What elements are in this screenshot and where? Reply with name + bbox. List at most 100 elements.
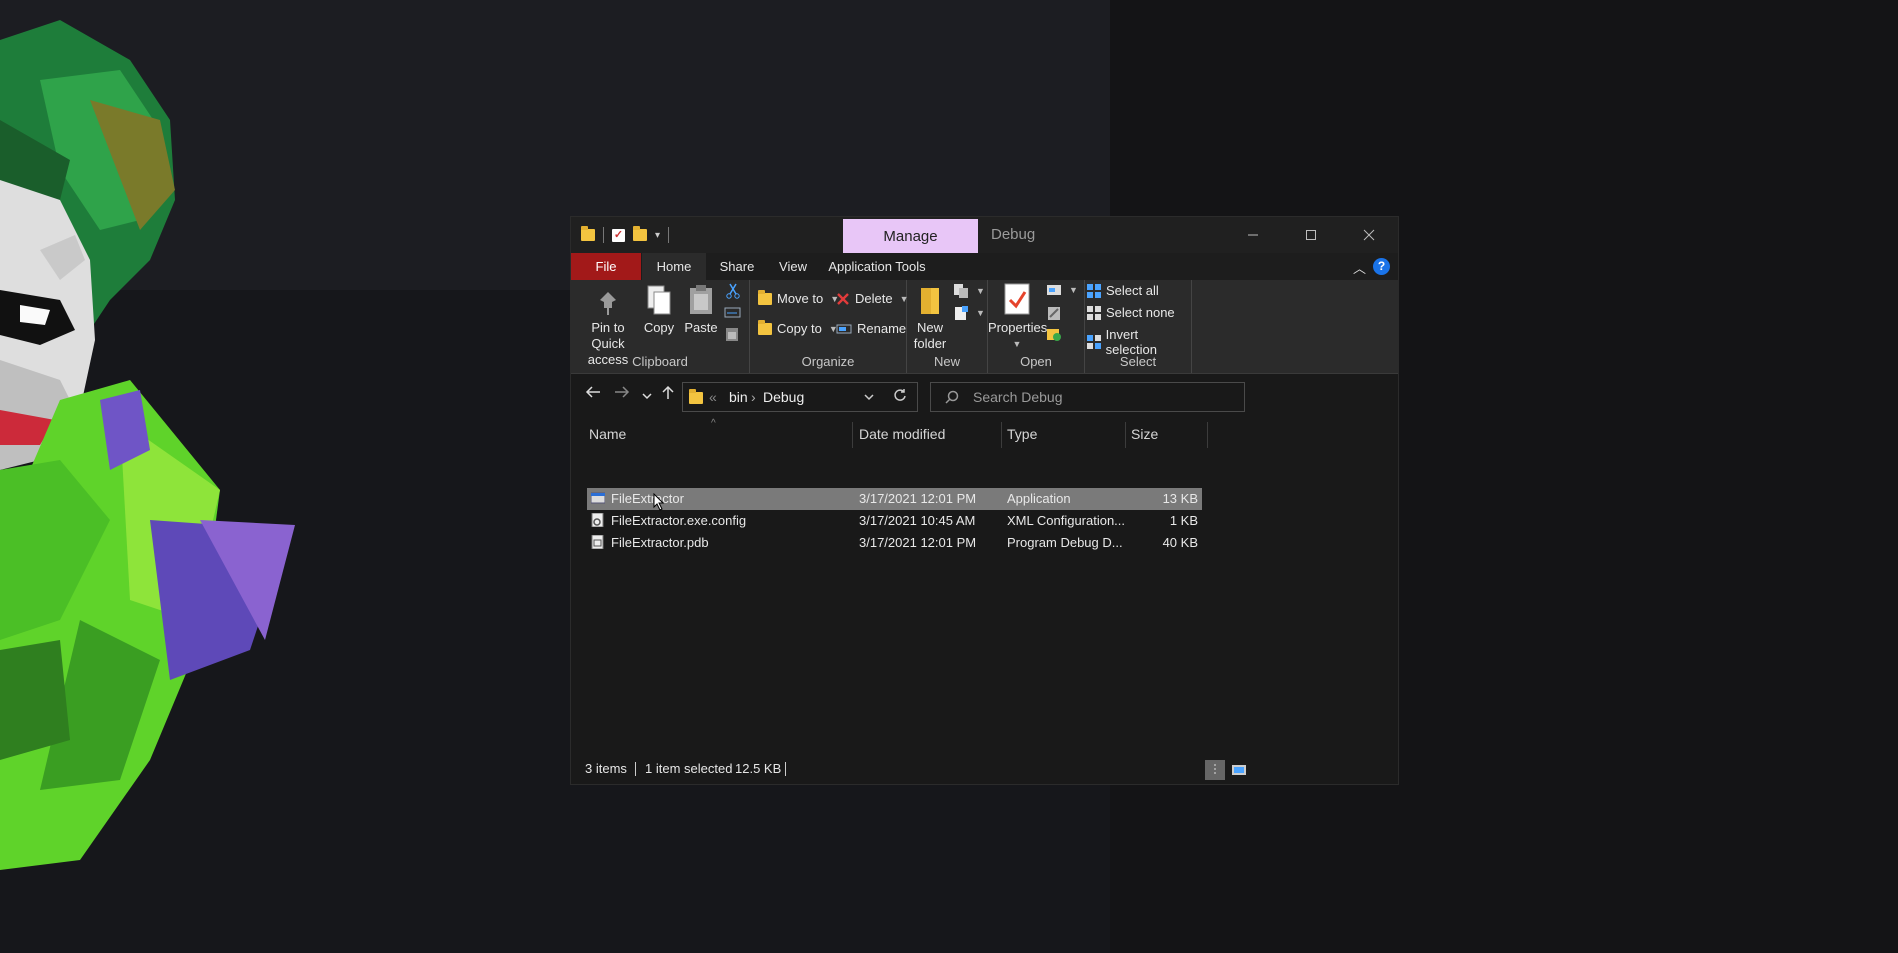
status-separator [785,762,786,776]
file-date: 3/17/2021 12:01 PM [859,491,977,506]
new-group-label: New [933,354,960,369]
properties-button[interactable]: Properties ▼ [988,282,1047,352]
customize-qat-icon[interactable]: ▾ [655,230,660,241]
collapse-ribbon-icon[interactable]: ︿ [1353,258,1366,277]
breadcrumb-separator-icon: › [751,389,756,405]
close-icon [1363,229,1375,241]
breadcrumb-debug[interactable]: Debug [763,389,804,405]
refresh-button[interactable] [893,388,907,405]
new-item-button[interactable]: ▼ [953,283,985,299]
tab-manage[interactable]: Manage [843,219,978,253]
edit-button[interactable] [1046,305,1062,321]
search-placeholder: Search Debug [973,389,1063,405]
separator [603,227,604,243]
new-folder-button[interactable]: New folder [909,282,951,352]
minimize-icon [1248,234,1258,236]
new-folder-icon [914,282,946,316]
status-selected: 1 item selected [645,761,733,776]
details-view-button[interactable] [1205,760,1225,780]
copy-path-button[interactable] [724,306,741,319]
column-divider[interactable] [1001,422,1002,448]
rename-button[interactable]: Rename [836,321,906,336]
history-button[interactable] [1046,326,1062,342]
tab-home[interactable]: Home [642,253,706,280]
column-type[interactable]: Type [1007,426,1037,442]
close-button[interactable] [1340,217,1398,253]
move-to-button[interactable]: Move to ▼ [758,289,839,306]
group-organize: Move to ▼ Copy to ▼ Delete ▼ Rename Orga… [750,280,909,373]
large-icons-view-button[interactable] [1229,760,1249,780]
column-divider[interactable] [1207,422,1208,448]
paste-shortcut-button[interactable] [725,326,739,342]
paste-label: Paste [684,320,718,335]
group-clipboard: Pin to Quick access Copy Paste Clipboard [571,280,750,373]
edit-icon [1048,307,1060,320]
column-date-modified[interactable]: Date modified [859,426,945,442]
window-title: Debug [991,226,1036,243]
open-group-label: Open [1020,354,1052,369]
column-name[interactable]: Name [589,426,626,442]
column-size[interactable]: Size [1131,426,1158,442]
recent-locations-button[interactable] [641,386,653,406]
file-name: FileExtractor.exe.config [611,513,747,528]
tab-application-tools[interactable]: Application Tools [821,253,933,280]
address-history-button[interactable] [863,389,875,405]
search-box[interactable]: Search Debug [930,382,1245,412]
mouse-cursor-icon [653,493,665,511]
file-type: XML Configuration... [1007,513,1126,528]
paste-button[interactable]: Paste [681,282,721,336]
select-all-label: Select all [1106,283,1159,298]
delete-button[interactable]: Delete ▼ [836,291,909,306]
separator [668,227,670,243]
delete-icon [837,292,849,305]
forward-arrow-icon [615,386,630,398]
file-type: Application [1007,491,1071,506]
chevron-down-icon: ▼ [1069,285,1078,295]
open-button[interactable]: ▼ [1046,283,1078,297]
file-size: 40 KB [1162,535,1198,550]
new-folder-qat-icon[interactable] [633,226,647,241]
copy-button[interactable]: Copy [641,282,677,336]
tab-view[interactable]: View [767,253,819,280]
copy-path-icon [724,307,741,318]
status-bar: 3 items 1 item selected 12.5 KB [571,756,1398,784]
file-row-fileextractor-pdb[interactable]: FileExtractor.pdb 3/17/2021 12:01 PM Pro… [587,532,1202,554]
tab-share[interactable]: Share [709,253,765,280]
new-folder-label-2: folder [913,336,947,351]
column-divider[interactable] [852,422,853,448]
properties-qat-icon[interactable]: ✓ [612,228,625,242]
file-row-fileextractor-exe-config[interactable]: FileExtractor.exe.config 3/17/2021 10:45… [587,510,1202,532]
select-none-button[interactable]: Select none [1087,305,1175,320]
rename-label: Rename [857,321,907,336]
new-folder-label-1: New [916,320,943,335]
easy-access-button[interactable]: ▼ [953,305,985,321]
cut-button[interactable] [725,283,741,299]
breadcrumb-bin[interactable]: bin [729,389,748,405]
column-divider[interactable] [1125,422,1126,448]
file-type: Program Debug D... [1007,535,1123,550]
file-size: 13 KB [1162,491,1198,506]
properties-icon [1001,282,1033,316]
copy-to-button[interactable]: Copy to ▼ [758,319,838,336]
organize-group-label: Organize [801,354,855,369]
help-icon[interactable]: ? [1373,258,1390,275]
scissors-icon [726,283,740,299]
forward-button[interactable] [614,384,630,404]
folder-icon[interactable] [581,226,595,241]
up-button[interactable] [661,384,675,405]
select-none-label: Select none [1106,305,1175,320]
navigation-bar: « bin › Debug Search Debug [571,374,1398,418]
address-bar[interactable]: « bin › Debug [682,382,918,412]
address-overflow[interactable]: « [709,389,717,405]
maximize-button[interactable] [1282,217,1340,253]
minimize-button[interactable] [1224,217,1282,253]
tab-file[interactable]: File [571,253,641,280]
file-explorer-window: ✓ ▾ Manage Debug File Home Share View Ap… [570,216,1399,785]
file-list-header: Name ^ Date modified Type Size [571,418,1398,448]
back-button[interactable] [585,384,601,404]
copy-label: Copy [643,320,675,335]
file-date: 3/17/2021 12:01 PM [859,535,977,550]
invert-selection-button[interactable]: Invert selection [1087,327,1191,357]
file-row-fileextractor[interactable]: FileExtractor 3/17/2021 12:01 PM Applica… [587,488,1202,510]
select-all-button[interactable]: Select all [1087,283,1159,298]
